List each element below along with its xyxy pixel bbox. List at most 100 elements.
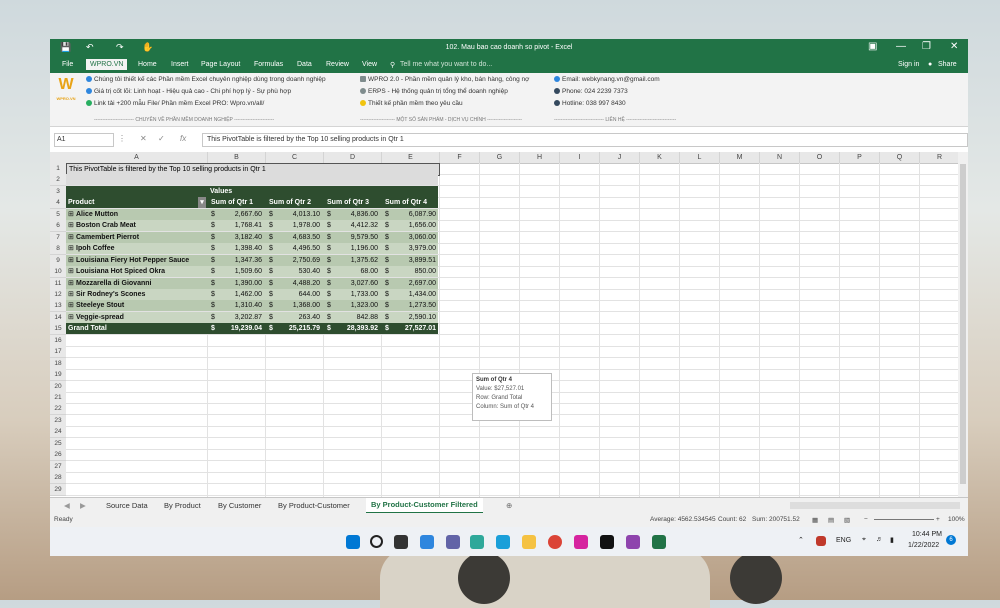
page-layout-view-icon[interactable]: ▤ [828,516,834,524]
wifi-icon[interactable]: ⌖ [862,536,866,544]
tab-file[interactable]: File [62,61,73,68]
pivot-data-row[interactable]: ⊞ Camembert Pierrot $3,182.40 $4,683.50 $9,5… [66,231,438,243]
expand-icon[interactable]: ⊞ [68,220,74,231]
pivot-data-row[interactable]: ⊞ Louisiana Hot Spiced Okra $1,509.60 $530.… [66,266,438,278]
pivot-header-row[interactable]: Product ▾ Sum of Qtr 1 Sum of Qtr 2 Sum of Q… [66,197,438,209]
tab-formulas[interactable]: Formulas [254,61,283,68]
tab-review[interactable]: Review [326,61,349,68]
column-header-k[interactable]: K [640,152,680,163]
row-header[interactable]: 25 [50,437,66,450]
pivot-data-row[interactable]: ⊞ Mozzarella di Giovanni $1,390.00 $4,488.2… [66,277,438,289]
formula-input[interactable]: This PivotTable is filtered by the Top 1… [202,133,968,147]
name-box[interactable]: A1 [54,133,114,147]
excel-icon[interactable] [652,535,666,549]
column-header-o[interactable]: O [800,152,840,163]
pivot-data-row[interactable]: ⊞ Sir Rodney's Scones $1,462.00 $644.00 $1,7… [66,288,438,300]
expand-icon[interactable]: ⊞ [68,232,74,243]
share-button[interactable]: Share [938,61,957,68]
expand-icon[interactable]: ⊞ [68,312,74,323]
tab-page-layout[interactable]: Page Layout [201,61,240,68]
sheet-tab-by-product[interactable]: By Product [164,501,201,510]
clock-date[interactable]: 1/22/2022 [908,542,939,549]
ribbon-email[interactable]: Email: webkynang.vn@gmail.com [554,76,660,83]
battery-icon[interactable]: ▮ [890,536,894,544]
sheet-tab-by-product-customer-filtered[interactable]: By Product-Customer Filtered [366,498,483,514]
column-header-e[interactable]: E [382,152,440,163]
row-header[interactable]: 15 [50,323,66,336]
row-header[interactable]: 3 [50,185,66,198]
row-header[interactable]: 4 [50,197,66,210]
pivot-data-row[interactable]: ⊞ Steeleye Stout $1,310.40 $1,368.00 $1,323.… [66,300,438,312]
task-view-icon[interactable] [394,535,408,549]
row-header[interactable]: 20 [50,380,66,393]
column-header-h[interactable]: H [520,152,560,163]
row-header[interactable]: 27 [50,460,66,473]
tiktok-icon[interactable] [600,535,614,549]
sheet-nav-prev-icon[interactable]: ◀ [64,501,70,510]
app-icon[interactable] [496,535,510,549]
ribbon-link-2[interactable]: Giá trị cốt lõi: Linh hoạt - Hiệu quả ca… [86,88,291,95]
file-explorer-icon[interactable] [522,535,536,549]
row-header[interactable]: 13 [50,300,66,313]
row-header[interactable]: 6 [50,220,66,233]
tab-data[interactable]: Data [297,61,312,68]
expand-icon[interactable]: ⊞ [68,278,74,289]
tell-me-input[interactable]: Tell me what you want to do... [400,61,492,68]
search-icon[interactable] [370,535,383,548]
chrome-icon[interactable] [548,535,562,549]
row-header[interactable]: 10 [50,266,66,279]
pivot-data-row[interactable]: ⊞ Alice Mutton $2,667.60 $4,013.10 $4,836.00… [66,208,438,220]
pivot-data-row[interactable]: ⊞ Ipoh Coffee $1,398.40 $4,496.50 $1,196.00 $… [66,243,438,255]
normal-view-icon[interactable]: ▦ [812,516,818,524]
ribbon-product-3[interactable]: Thiết kế phần mềm theo yêu cầu [360,100,463,107]
row-header[interactable]: 7 [50,231,66,244]
column-header-m[interactable]: M [720,152,760,163]
row-header[interactable]: 14 [50,311,66,324]
edge-icon[interactable] [470,535,484,549]
row-header[interactable]: 23 [50,414,66,427]
column-header-b[interactable]: B [208,152,266,163]
column-header-f[interactable]: F [440,152,480,163]
instagram-icon[interactable] [574,535,588,549]
language-indicator[interactable]: ENG [836,537,851,544]
column-header-g[interactable]: G [480,152,520,163]
clock-time[interactable]: 10:44 PM [912,531,942,538]
volume-icon[interactable]: ♬ [876,536,883,543]
sheet-nav-next-icon[interactable]: ▶ [80,501,86,510]
tab-insert[interactable]: Insert [171,61,189,68]
notification-badge[interactable]: 6 [946,535,956,545]
horizontal-scrollbar[interactable] [790,502,960,509]
ribbon-display-icon[interactable]: ▣ [868,41,877,52]
ribbon-hotline[interactable]: Hotline: 038 997 8430 [554,100,626,107]
column-header-d[interactable]: D [324,152,382,163]
row-header[interactable]: 28 [50,472,66,485]
row-header[interactable]: 16 [50,334,66,347]
vertical-scrollbar[interactable] [958,152,968,530]
zoom-slider[interactable] [874,519,934,520]
column-header-c[interactable]: C [266,152,324,163]
expand-icon[interactable]: ⊞ [68,255,74,266]
scrollbar-thumb[interactable] [960,164,966,484]
row-header[interactable]: 2 [50,174,66,187]
row-header[interactable]: 12 [50,288,66,301]
sheet-tab-by-customer[interactable]: By Customer [218,501,261,510]
ribbon-product-2[interactable]: ERPS - Hệ thống quản trị tổng thể doanh … [360,88,508,95]
antivirus-icon[interactable] [816,536,826,546]
expand-icon[interactable]: ⊞ [68,289,74,300]
row-header[interactable]: 21 [50,392,66,404]
row-header[interactable]: 5 [50,208,66,221]
column-header-r[interactable]: R [920,152,958,163]
row-header[interactable]: 18 [50,357,66,370]
expand-icon[interactable]: ⊞ [68,266,74,277]
expand-icon[interactable]: ⊞ [68,243,74,254]
row-header[interactable]: 1 [50,163,66,175]
teams-icon[interactable] [446,535,460,549]
sheet-tab-source-data[interactable]: Source Data [106,501,148,510]
sheet-tab-by-product-customer[interactable]: By Product-Customer [278,501,350,510]
pivot-values-row[interactable]: Values [66,185,438,197]
winrar-icon[interactable] [626,535,640,549]
sign-in-link[interactable]: Sign in [898,61,919,68]
ribbon-link-1[interactable]: Chúng tôi thiết kế các Phần mềm Excel ch… [86,76,326,83]
column-header-p[interactable]: P [840,152,880,163]
row-header[interactable]: 24 [50,426,66,439]
